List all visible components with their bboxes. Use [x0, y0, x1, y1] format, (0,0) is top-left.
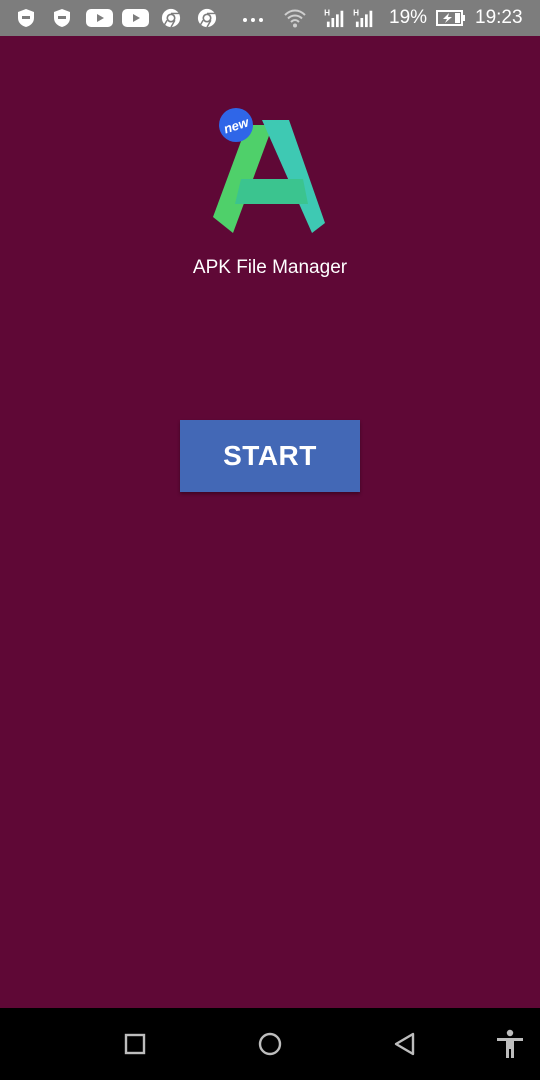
navigation-bar — [0, 1008, 540, 1080]
chrome-icon — [161, 8, 181, 28]
youtube-icon — [122, 9, 149, 27]
app-name: APK File Manager — [192, 257, 348, 278]
app-logo: new — [213, 108, 325, 233]
shield-icon — [18, 9, 34, 27]
screen: H H 19% 19:23 new APK File Manager START — [0, 0, 540, 1080]
battery-charging-icon — [436, 10, 465, 26]
svg-text:H: H — [324, 8, 330, 17]
signal-h-icon: H — [353, 8, 373, 28]
home-icon[interactable] — [254, 1028, 286, 1060]
back-icon[interactable] — [389, 1028, 421, 1060]
clock: 19:23 — [475, 7, 523, 28]
youtube-icon — [86, 9, 113, 27]
svg-text:H: H — [353, 8, 359, 17]
battery-percent: 19% — [389, 7, 428, 28]
more-notifications-icon — [243, 18, 263, 22]
shield-icon — [54, 9, 70, 27]
status-bar: H H 19% 19:23 — [0, 0, 540, 36]
start-button[interactable]: START — [180, 420, 360, 492]
chrome-icon — [197, 8, 217, 28]
signal-h-icon: H — [324, 8, 344, 28]
accessibility-icon[interactable] — [494, 1028, 526, 1060]
new-badge: new — [219, 108, 253, 142]
recents-icon[interactable] — [119, 1028, 151, 1060]
wifi-icon — [284, 9, 306, 28]
